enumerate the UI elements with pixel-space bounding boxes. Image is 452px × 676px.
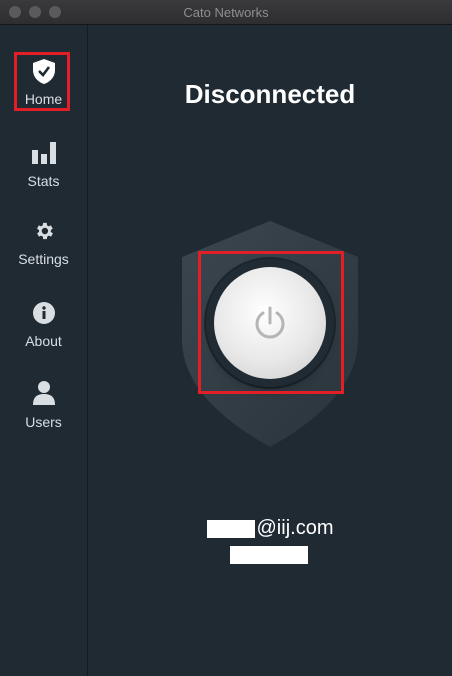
sidebar: Home Stats Settings About Users [0, 25, 88, 676]
sidebar-item-home[interactable]: Home [0, 59, 87, 107]
sidebar-item-settings[interactable]: Settings [0, 220, 87, 267]
info-icon [0, 302, 87, 327]
sidebar-item-label: Users [25, 414, 62, 430]
sidebar-item-label: Stats [27, 173, 60, 189]
connection-status: Disconnected [184, 79, 356, 109]
power-highlight-box [198, 251, 344, 394]
title-bar: Cato Networks [0, 0, 452, 25]
sidebar-item-about[interactable]: About [0, 302, 87, 349]
redacted-text [230, 546, 308, 564]
shield-check-icon [0, 59, 87, 87]
email-domain: @iij.com [256, 517, 334, 539]
sidebar-item-label: About [25, 333, 62, 349]
sidebar-item-users[interactable]: Users [0, 381, 87, 430]
user-icon [0, 381, 87, 408]
gear-icon [0, 220, 87, 245]
account-email: @iij.com [88, 517, 452, 540]
bar-chart-icon [0, 142, 87, 167]
window-title: Cato Networks [183, 5, 269, 20]
redacted-username [206, 519, 255, 538]
sidebar-item-label: Settings [18, 251, 69, 267]
sidebar-item-stats[interactable]: Stats [0, 142, 87, 189]
sidebar-item-label: Home [24, 91, 63, 107]
main-panel: Disconnected @iij.com [88, 25, 452, 676]
